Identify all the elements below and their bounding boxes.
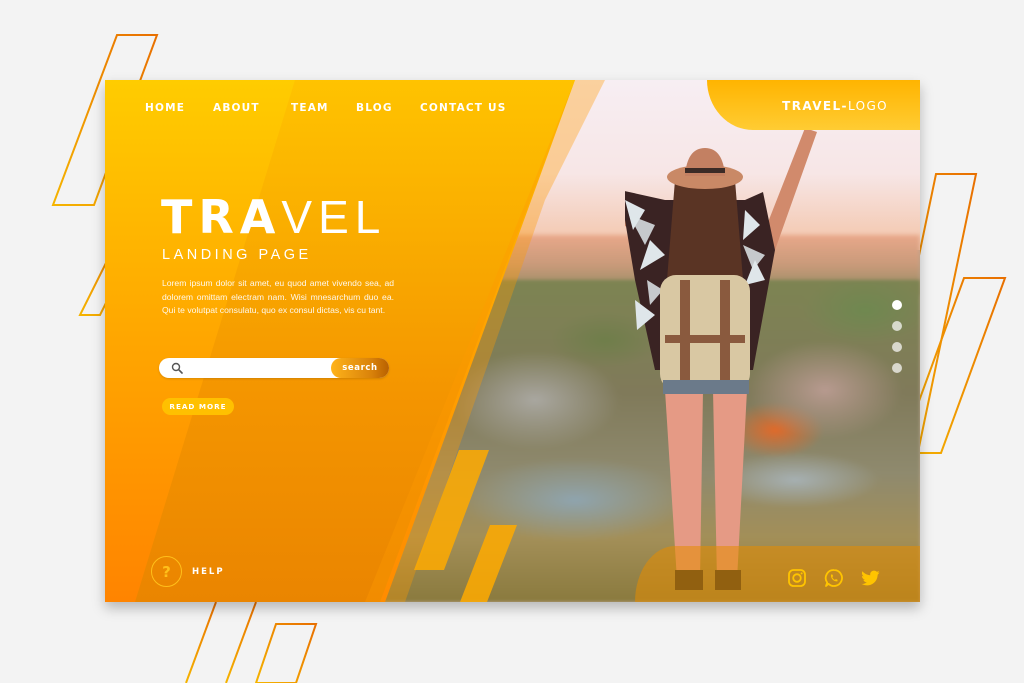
read-more-button[interactable]: READ MORE	[162, 398, 234, 415]
logo-bold: TRAVEL	[782, 99, 842, 113]
hero-title-bold: TRA	[161, 190, 282, 244]
deco-shape	[225, 601, 257, 683]
slider-pagination	[892, 300, 902, 373]
whatsapp-icon[interactable]	[824, 568, 844, 588]
hero-subtitle: LANDING PAGE	[162, 247, 312, 263]
landing-page-card: HOME ABOUT TEAM BLOG CONTACT US TRAVEL-L…	[105, 80, 920, 602]
nav-team[interactable]: TEAM	[291, 102, 329, 114]
nav-contact-us[interactable]: CONTACT US	[420, 102, 507, 114]
help-icon: ?	[151, 556, 182, 587]
brand-logo[interactable]: TRAVEL-LOGO	[782, 99, 888, 113]
search-button[interactable]: search	[331, 358, 389, 378]
search-icon	[171, 362, 183, 374]
logo-light: LOGO	[847, 99, 888, 113]
deco-shape	[254, 623, 318, 683]
nav-about[interactable]: ABOUT	[213, 102, 260, 114]
hero-description: Lorem ipsum dolor sit amet, eu quod amet…	[162, 278, 394, 316]
nav-blog[interactable]: BLOG	[356, 102, 393, 114]
nav-home[interactable]: HOME	[145, 102, 185, 114]
help-link[interactable]: ? HELP	[151, 556, 225, 587]
hero-title-light: VEL	[281, 191, 387, 243]
social-links	[787, 568, 881, 588]
hero-title: TRAVEL	[161, 194, 386, 240]
search-bar: search	[159, 358, 389, 378]
slider-dot[interactable]	[892, 300, 902, 310]
twitter-icon[interactable]	[861, 568, 881, 588]
slider-dot[interactable]	[892, 321, 902, 331]
accent-bar	[460, 525, 517, 602]
slider-dot[interactable]	[892, 342, 902, 352]
instagram-icon[interactable]	[787, 568, 807, 588]
orange-panel	[105, 80, 605, 602]
search-input[interactable]	[189, 360, 329, 376]
help-label: HELP	[192, 566, 225, 577]
slider-dot[interactable]	[892, 363, 902, 373]
deco-shape	[185, 601, 217, 683]
logo-tab: TRAVEL-LOGO	[707, 80, 920, 130]
